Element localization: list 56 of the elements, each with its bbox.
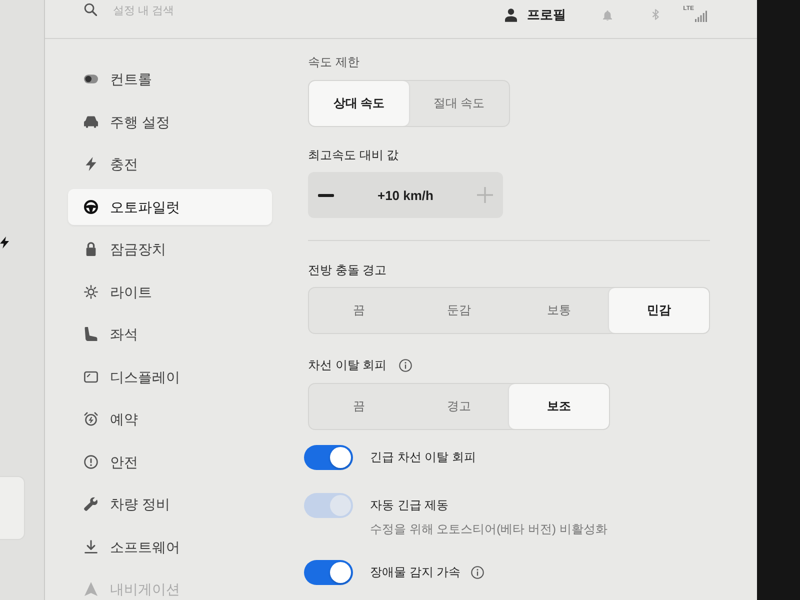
segment-button[interactable]: 둔감 <box>409 288 509 333</box>
segment-button[interactable]: 끔 <box>309 288 409 333</box>
toggle-switch[interactable] <box>304 560 353 585</box>
section-title: 차선 이탈 회피 <box>308 357 387 374</box>
stepper-value: +10 km/h <box>376 188 434 202</box>
segment-button[interactable]: 경고 <box>409 384 509 429</box>
segment-button[interactable]: 상대 속도 <box>309 81 409 126</box>
person-icon <box>505 8 518 22</box>
sidebar-item[interactable]: 좌석 <box>68 326 272 342</box>
toggle-switch[interactable] <box>304 445 353 470</box>
segment-button[interactable]: 보조 <box>509 384 609 429</box>
minus-icon <box>318 194 334 196</box>
lock-icon <box>84 242 98 256</box>
navigation-arrow-icon <box>84 582 98 596</box>
info-icon[interactable] <box>398 358 412 372</box>
sidebar-item[interactable]: 예약 <box>68 411 272 427</box>
car-icon <box>84 114 98 128</box>
plus-icon <box>477 187 493 203</box>
sidebar-item[interactable]: 안전 <box>68 454 272 470</box>
bolt-icon <box>0 235 9 250</box>
alarm-clock-icon <box>84 412 98 426</box>
search-icon <box>84 3 97 16</box>
sidebar-item[interactable]: 소프트웨어 <box>68 538 272 554</box>
sidebar-item[interactable]: 잠금장치 <box>68 241 272 257</box>
sidebar-item[interactable]: 차량 정비 <box>68 496 272 512</box>
info-icon[interactable] <box>470 566 484 579</box>
toggle-note: 수정을 위해 오토스티어(베타 버전) 비활성화 <box>370 521 608 537</box>
sidebar-item[interactable]: 라이트 <box>68 284 272 300</box>
screen-icon <box>84 370 98 384</box>
section-title: 속도 제한 <box>308 54 360 71</box>
segment-button[interactable]: 끔 <box>309 384 409 429</box>
profile-button[interactable]: 프로필 <box>505 6 566 24</box>
seat-icon <box>84 327 98 341</box>
sidebar-item[interactable]: 주행 설정 <box>68 114 272 130</box>
bolt-icon <box>84 157 98 171</box>
section-title: 최고속도 대비 값 <box>308 147 399 164</box>
toggle-label: 긴급 차선 이탈 회피 <box>370 449 476 466</box>
sidebar-item[interactable]: 충전 <box>68 156 272 172</box>
toggle-label: 장애물 감지 가속 <box>370 564 461 581</box>
steering-wheel-icon <box>84 200 98 214</box>
toggle-label: 자동 긴급 제동 <box>370 497 449 514</box>
toggle-icon <box>84 72 98 86</box>
download-icon <box>84 540 98 554</box>
segment-button[interactable]: 보통 <box>509 288 609 333</box>
sidebar-item[interactable]: 컨트롤 <box>68 71 272 87</box>
alert-icon <box>84 454 98 468</box>
sun-icon <box>84 284 98 298</box>
segment-button[interactable]: 민감 <box>609 288 709 333</box>
wrench-icon <box>84 497 98 511</box>
signal-bars-icon <box>694 10 708 22</box>
search-field[interactable]: 설정 내 검색 <box>113 5 293 17</box>
sidebar-item[interactable]: 오토파일럿 <box>68 188 272 224</box>
decrease-button[interactable] <box>318 194 334 196</box>
segment-button[interactable]: 절대 속도 <box>409 81 509 126</box>
section-title: 전방 충돌 경고 <box>308 262 387 279</box>
sidebar-item[interactable]: 디스플레이 <box>68 368 272 384</box>
